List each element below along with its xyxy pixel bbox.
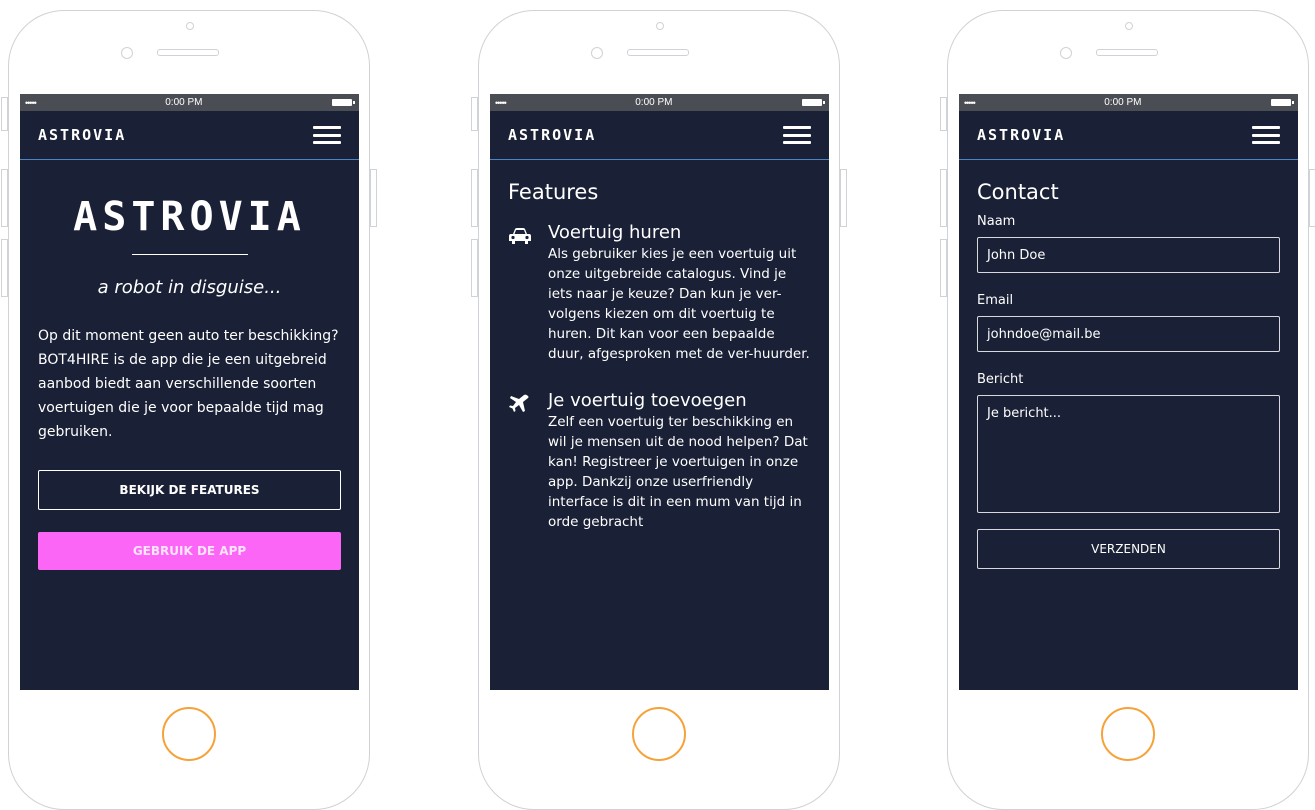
power-button [370,169,377,227]
sensor-dot [1125,22,1133,30]
feature-text: Als gebruiker kies je een voertuig uit o… [548,246,810,362]
contact-form: Naam John Doe Email johndoe@mail.be Beri… [959,214,1298,569]
earpiece-speaker [157,49,219,56]
hamburger-menu-icon[interactable] [313,126,341,144]
contact-title: Contact [977,180,1059,204]
phone-features: ••••• 0:00 PM ASTROVIA Features Voertuig… [471,10,847,810]
status-bar: ••••• 0:00 PM [490,94,829,111]
message-label: Bericht [977,372,1024,387]
battery-icon [1270,99,1294,106]
feature-body: Voertuig huren Als gebruiker kies je een… [548,222,811,364]
plane-icon [508,390,548,532]
front-camera [121,47,133,59]
status-bar: ••••• 0:00 PM [959,94,1298,111]
earpiece-speaker [1096,49,1158,56]
feature-body: Je voertuig toevoegen Zelf een voertuig … [548,390,811,532]
submit-button[interactable]: VERZENDEN [977,529,1280,569]
home-button[interactable] [632,707,686,761]
volume-down-button [471,239,478,297]
view-features-button[interactable]: BEKIJK DE FEATURES [38,470,341,510]
home-button[interactable] [1101,707,1155,761]
brand-logo[interactable]: ASTROVIA [977,126,1065,144]
screen-home: ••••• 0:00 PM ASTROVIA ASTROVIA a robot … [20,94,359,690]
home-content: ASTROVIA a robot in disguise... Op dit m… [20,194,359,570]
screen-features: ••••• 0:00 PM ASTROVIA Features Voertuig… [490,94,829,690]
brand-logo[interactable]: ASTROVIA [508,126,596,144]
hero-divider [131,254,248,255]
battery-icon [801,99,825,106]
navbar: ASTROVIA [490,111,829,160]
signal-strength: ••••• [495,97,507,108]
home-button[interactable] [162,707,216,761]
use-app-button[interactable]: GEBRUIK DE APP [38,532,341,570]
volume-up-button [940,169,947,227]
navbar: ASTROVIA [959,111,1298,160]
name-field[interactable]: John Doe [977,237,1280,273]
phone-contact: ••••• 0:00 PM ASTROVIA Contact Naam John… [940,10,1315,810]
name-label: Naam [977,214,1016,229]
hero-tagline: a robot in disguise... [97,277,282,298]
signal-strength: ••••• [25,97,37,108]
mute-switch [940,97,947,131]
front-camera [1060,47,1072,59]
sensor-dot [186,22,194,30]
earpiece-speaker [627,49,689,56]
status-time: 0:00 PM [165,97,203,108]
intro-text: Op dit moment geen auto ter beschikking?… [38,328,339,440]
message-textarea[interactable]: Je bericht... [977,395,1280,513]
front-camera [591,47,603,59]
status-bar: ••••• 0:00 PM [20,94,359,111]
feature-text: Zelf een voertuig ter beschikking en wil… [548,414,808,530]
status-time: 0:00 PM [1104,97,1142,108]
battery-icon [331,99,355,106]
features-title: Features [508,180,599,204]
mute-switch [471,97,478,131]
feature-item: Voertuig huren Als gebruiker kies je een… [490,222,829,364]
signal-strength: ••••• [964,97,976,108]
phone-home: ••••• 0:00 PM ASTROVIA ASTROVIA a robot … [1,10,377,810]
hamburger-menu-icon[interactable] [783,126,811,144]
screen-contact: ••••• 0:00 PM ASTROVIA Contact Naam John… [959,94,1298,690]
mute-switch [1,97,8,131]
status-time: 0:00 PM [635,97,673,108]
car-icon [508,222,548,364]
hero-logo: ASTROVIA [73,194,306,240]
power-button [1309,169,1315,227]
volume-down-button [1,239,8,297]
sensor-dot [656,22,664,30]
power-button [840,169,847,227]
navbar: ASTROVIA [20,111,359,160]
email-field[interactable]: johndoe@mail.be [977,316,1280,352]
feature-item: Je voertuig toevoegen Zelf een voertuig … [490,390,829,532]
feature-heading: Je voertuig toevoegen [548,390,747,411]
volume-up-button [471,169,478,227]
hamburger-menu-icon[interactable] [1252,126,1280,144]
volume-up-button [1,169,8,227]
feature-heading: Voertuig huren [548,222,682,243]
email-label: Email [977,293,1014,308]
brand-logo[interactable]: ASTROVIA [38,126,126,144]
volume-down-button [940,239,947,297]
